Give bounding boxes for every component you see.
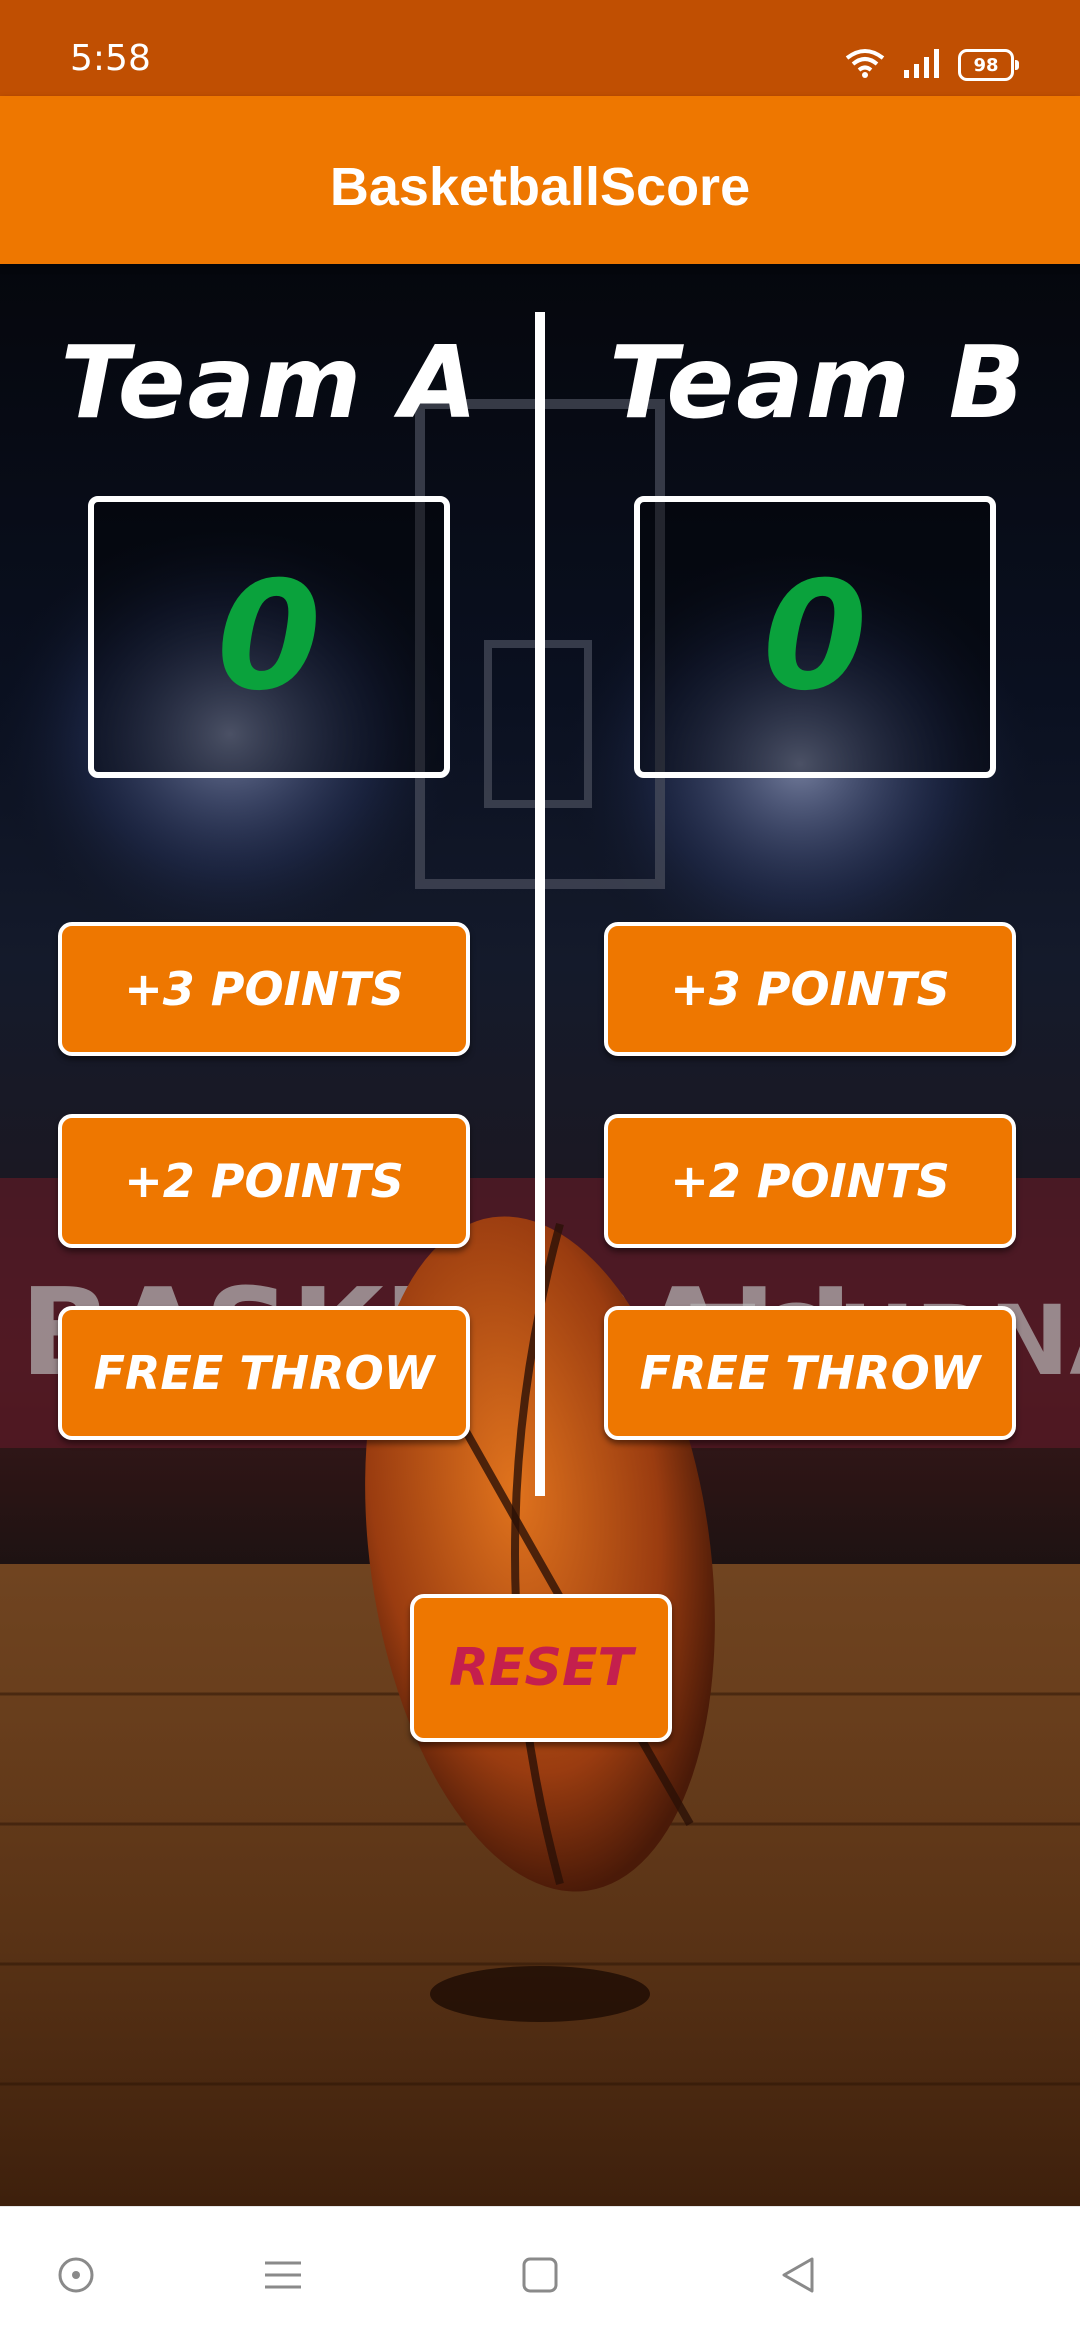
team-a-name: Team A [60, 324, 480, 441]
signal-icon [902, 48, 942, 82]
team-b-score: 0 [762, 550, 868, 724]
circle-dot-icon[interactable] [48, 2247, 104, 2303]
team-divider [535, 312, 545, 1496]
reset-button[interactable]: RESET [410, 1594, 672, 1742]
app-title: BasketballScore [329, 157, 751, 217]
team-a-score: 0 [216, 550, 322, 724]
battery-icon: 98 [958, 49, 1019, 81]
team-a-score-box: 0 [88, 496, 450, 778]
team-b-score-box: 0 [634, 496, 996, 778]
team-a-plus-2-button[interactable]: +2 POINTS [58, 1114, 470, 1248]
team-b-panel: Team B 0 +3 POINTS +2 POINTS FREE THROW [548, 264, 1080, 1514]
team-a-panel: Team A 0 +3 POINTS +2 POINTS FREE THROW [0, 264, 540, 1514]
status-time: 5:58 [70, 38, 151, 79]
app-bar: BasketballScore [0, 96, 1080, 264]
team-b-plus-2-button[interactable]: +2 POINTS [604, 1114, 1016, 1248]
score-board: BASKETBALL TOURNAMENT Team A 0 +3 POINTS… [0, 264, 1080, 2206]
menu-icon[interactable] [255, 2247, 311, 2303]
team-b-plus-3-button[interactable]: +3 POINTS [604, 922, 1016, 1056]
battery-level: 98 [973, 54, 999, 76]
team-a-plus-3-button[interactable]: +3 POINTS [58, 922, 470, 1056]
team-b-free-throw-button[interactable]: FREE THROW [604, 1306, 1016, 1440]
wifi-icon [844, 48, 886, 82]
status-icons: 98 [844, 48, 1019, 82]
square-icon[interactable] [512, 2247, 568, 2303]
system-nav-bar [0, 2206, 1080, 2341]
status-bar: 5:58 98 [0, 0, 1080, 96]
team-a-free-throw-button[interactable]: FREE THROW [58, 1306, 470, 1440]
back-triangle-icon[interactable] [770, 2247, 826, 2303]
team-b-name: Team B [609, 324, 1027, 441]
